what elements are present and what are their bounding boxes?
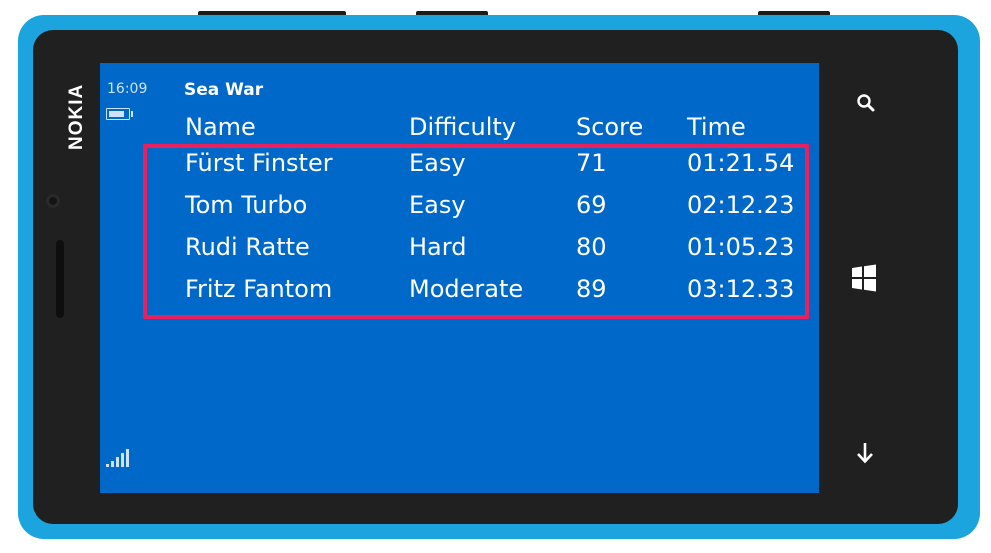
search-icon xyxy=(857,94,875,112)
brand-logo: NOKIA xyxy=(66,83,87,150)
front-camera xyxy=(46,194,60,208)
column-header-score: Score xyxy=(576,113,644,141)
back-button[interactable] xyxy=(845,441,885,471)
earpiece-speaker xyxy=(56,240,64,318)
app-title: Sea War xyxy=(184,80,264,100)
windows-logo-icon xyxy=(852,264,876,292)
back-arrow-icon xyxy=(857,443,873,464)
signal-strength-icon xyxy=(106,447,132,467)
status-time: 16:09 xyxy=(107,81,148,97)
column-header-time: Time xyxy=(687,113,746,141)
column-header-name: Name xyxy=(185,113,256,141)
phone-screen: 16:09 Sea War Name Difficulty Score Time… xyxy=(100,63,819,493)
battery-icon xyxy=(106,108,133,120)
start-button[interactable] xyxy=(844,264,884,298)
highlight-box xyxy=(143,144,809,319)
column-header-difficulty: Difficulty xyxy=(409,113,517,141)
search-button[interactable] xyxy=(846,93,886,119)
